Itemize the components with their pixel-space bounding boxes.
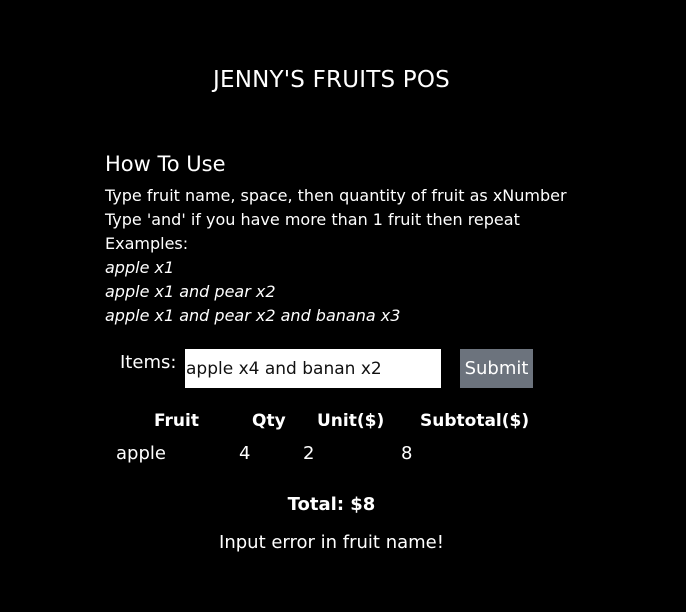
order-total: Total: $8 (287, 494, 376, 515)
instruction-line: Type fruit name, space, then quantity of… (105, 186, 567, 205)
column-header-subtotal: Subtotal($) (420, 411, 530, 431)
order-form: Items: Submit (120, 349, 550, 388)
items-input[interactable] (185, 349, 441, 388)
example-line: apple x1 and pear x2 (105, 282, 276, 301)
how-to-section: How To Use Type fruit name, space, then … (105, 150, 625, 328)
column-header-qty: Qty (252, 411, 286, 431)
error-message: Input error in fruit name! (219, 532, 444, 553)
instruction-line: Examples: (105, 234, 189, 253)
instruction-line: Type 'and' if you have more than 1 fruit… (105, 210, 520, 229)
cell-unit-price: 2 (303, 443, 315, 464)
column-header-fruit: Fruit (154, 411, 199, 431)
submit-button[interactable]: Submit (460, 349, 533, 388)
app-title: JENNY'S FRUITS POS (213, 67, 450, 93)
example-line: apple x1 and pear x2 and banana x3 (105, 306, 401, 325)
items-label: Items: (120, 352, 177, 373)
order-table: Fruit Qty Unit($) Subtotal($) apple 4 2 … (0, 408, 686, 468)
cell-qty: 4 (239, 443, 251, 464)
how-to-heading: How To Use (105, 152, 226, 176)
example-line: apple x1 (105, 258, 175, 277)
cell-subtotal: 8 (401, 443, 413, 464)
cell-fruit: apple (116, 443, 166, 464)
column-header-unit: Unit($) (317, 411, 385, 431)
